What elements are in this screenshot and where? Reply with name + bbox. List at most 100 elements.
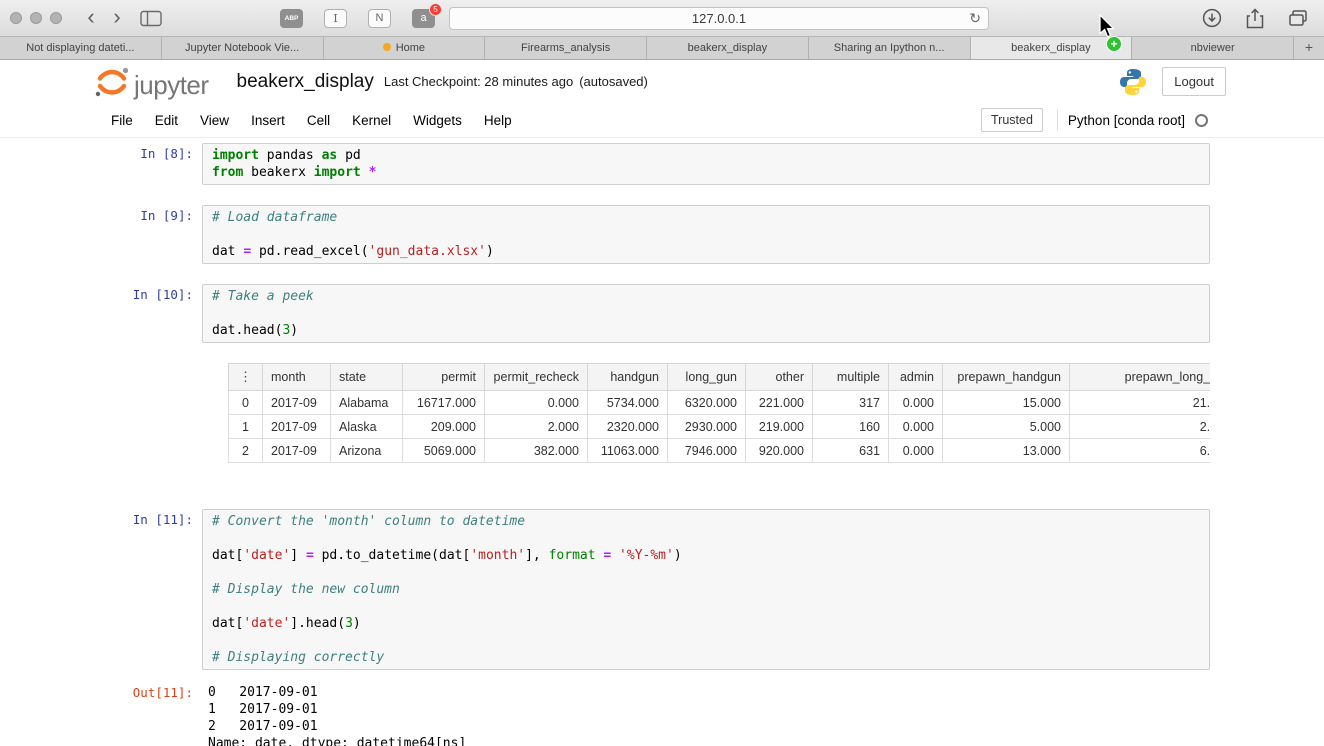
address-bar[interactable]: 127.0.0.1 ↻ <box>449 6 989 30</box>
table-cell: 382.000 <box>484 438 588 463</box>
input-prompt <box>114 363 202 463</box>
extension-abp-icon[interactable]: ABP <box>280 8 303 28</box>
extension-a-icon[interactable]: a5 <box>412 2 442 28</box>
code-line: dat['date'] = pd.to_datetime(dat['month'… <box>212 548 682 563</box>
jupyter-logo[interactable]: jupyter <box>94 66 209 98</box>
tab-label: Home <box>395 42 426 54</box>
window-close-button[interactable] <box>10 12 22 24</box>
browser-tab[interactable]: Not displaying dateti... <box>0 37 162 59</box>
table-cell: 7946.000 <box>667 438 746 463</box>
tab-overview-button[interactable] <box>1288 9 1308 27</box>
notebook-body: In [8]: import pandas as pd from beakerx i… <box>0 138 1324 746</box>
menu-view[interactable]: View <box>189 106 240 135</box>
beakerx-table: ⋮ month state permit permit_recheck handgun lo… <box>228 363 1210 463</box>
downloads-button[interactable] <box>1202 8 1222 28</box>
jupyter-logo-text: jupyter <box>134 69 209 100</box>
share-button[interactable] <box>1246 7 1264 29</box>
input-prompt: In [9]: <box>140 208 193 223</box>
output-cell: Out[11]: 0 2017-09-01 1 2017-09-01 2 2017… <box>114 682 1210 746</box>
browser-tab[interactable]: Home <box>323 37 486 59</box>
tab-bar: Not displaying dateti... Jupyter Notebook… <box>0 37 1324 60</box>
sidebar-toggle-button[interactable] <box>140 10 162 27</box>
code-editor[interactable]: import pandas as pd from beakerx import * <box>202 143 1210 185</box>
menu-insert[interactable]: Insert <box>240 106 296 135</box>
code-editor[interactable]: # Convert the 'month' column to datetime… <box>202 509 1210 670</box>
code-line: # Take a peek <box>212 289 314 304</box>
input-prompt: In [8]: <box>140 146 193 161</box>
table-cell: 15.000 <box>942 390 1070 415</box>
table-cell: 0.000 <box>888 438 943 463</box>
code-editor[interactable]: # Take a peek dat.head(3) <box>202 284 1210 343</box>
menu-file[interactable]: File <box>100 106 144 135</box>
browser-tab[interactable]: Firearms_analysis <box>485 37 647 59</box>
code-line: # Displaying correctly <box>212 650 385 665</box>
code-line: dat = pd.read_excel('gun_data.xlsx') <box>212 244 494 259</box>
window-zoom-button[interactable] <box>50 12 62 24</box>
tab-label: Jupyter Notebook Vie... <box>185 42 300 54</box>
sidebar-icon <box>140 10 162 26</box>
tab-label: beakerx_display <box>687 42 768 54</box>
window-minimize-button[interactable] <box>30 12 42 24</box>
column-header[interactable]: month <box>262 363 331 391</box>
extension-buttons: ABP I Na 5 <box>280 2 442 28</box>
browser-tab[interactable]: Jupyter Notebook Vie... <box>161 37 324 59</box>
browser-tab[interactable]: beakerx_display <box>647 37 809 59</box>
menu-edit[interactable]: Edit <box>144 106 189 135</box>
code-line: import pandas as pd <box>212 148 361 163</box>
menu-cell[interactable]: Cell <box>296 106 341 135</box>
tab-label: nbviewer <box>1190 42 1235 54</box>
menu-widgets[interactable]: Widgets <box>402 106 473 135</box>
column-header[interactable]: long_gun <box>667 363 746 391</box>
table-cell: 160 <box>812 414 889 439</box>
back-button[interactable]: ‹ <box>78 6 104 30</box>
code-cell: In [10]: # Take a peek dat.head(3) <box>114 284 1210 343</box>
extension-i-icon[interactable]: I <box>324 8 347 28</box>
table-row[interactable]: 1 2017-09 Alaska 209.000 2.000 2320.000 2930.0… <box>228 414 1210 439</box>
reload-icon[interactable]: ↻ <box>969 11 981 25</box>
column-header[interactable]: admin <box>888 363 943 391</box>
browser-tab[interactable]: Sharing an Ipython n... <box>808 37 971 59</box>
browser-toolbar: ‹ › ABP I Na 5 127.0.0.1 ↻ <box>0 0 1324 37</box>
forward-button[interactable]: › <box>104 6 130 30</box>
trusted-button[interactable]: Trusted <box>981 108 1043 132</box>
code-editor[interactable]: # Load dataframe dat = pd.read_excel('gu… <box>202 205 1210 264</box>
extension-n-icon[interactable]: N <box>368 8 391 28</box>
table-row[interactable]: 2 2017-09 Arizona 5069.000 382.000 11063.000 7… <box>228 438 1210 463</box>
table-cell: 6.000 <box>1069 438 1210 463</box>
column-header[interactable]: other <box>745 363 813 391</box>
column-header[interactable]: prepawn_handgun <box>942 363 1070 391</box>
column-header[interactable]: permit_recheck <box>484 363 588 391</box>
table-cell: 13.000 <box>942 438 1070 463</box>
table-cell: 2017-09 <box>262 438 331 463</box>
checkpoint-text: Last Checkpoint: 28 minutes ago <box>383 74 574 89</box>
forward-icon: › <box>113 4 121 29</box>
table-row[interactable]: 0 2017-09 Alabama 16717.000 0.000 5734.000 632… <box>228 390 1210 415</box>
column-header[interactable]: handgun <box>587 363 668 391</box>
menu-kernel[interactable]: Kernel <box>341 106 402 135</box>
browser-tab[interactable]: beakerx_display <box>970 37 1133 59</box>
kernel-divider <box>1056 109 1058 131</box>
notebook-title[interactable]: beakerx_display <box>237 71 374 93</box>
browser-tab[interactable]: nbviewer <box>1132 37 1294 59</box>
back-icon: ‹ <box>87 4 95 29</box>
column-header[interactable]: prepawn_long_gun <box>1069 363 1210 391</box>
table-cell: 2.000 <box>1069 414 1210 439</box>
column-header[interactable]: permit <box>402 363 485 391</box>
table-cell: 2320.000 <box>587 414 668 439</box>
new-tab-button[interactable]: + <box>1294 37 1324 59</box>
column-header[interactable]: state <box>330 363 403 391</box>
table-cell: 6320.000 <box>667 390 746 415</box>
table-menu-icon[interactable]: ⋮ <box>239 369 252 384</box>
table-cell: 2017-09 <box>262 414 331 439</box>
column-header[interactable]: multiple <box>812 363 889 391</box>
menu-help[interactable]: Help <box>473 106 523 135</box>
input-prompt: In [11]: <box>132 512 193 527</box>
table-cell: 2.000 <box>484 414 588 439</box>
tab-favicon-icon <box>382 43 391 51</box>
table-output-cell: ⋮ month state permit permit_recheck handgun lo… <box>114 363 1210 463</box>
logout-button[interactable]: Logout <box>1162 67 1226 96</box>
notebook-header: jupyter beakerx_display Last Checkpoint:… <box>0 60 1324 103</box>
